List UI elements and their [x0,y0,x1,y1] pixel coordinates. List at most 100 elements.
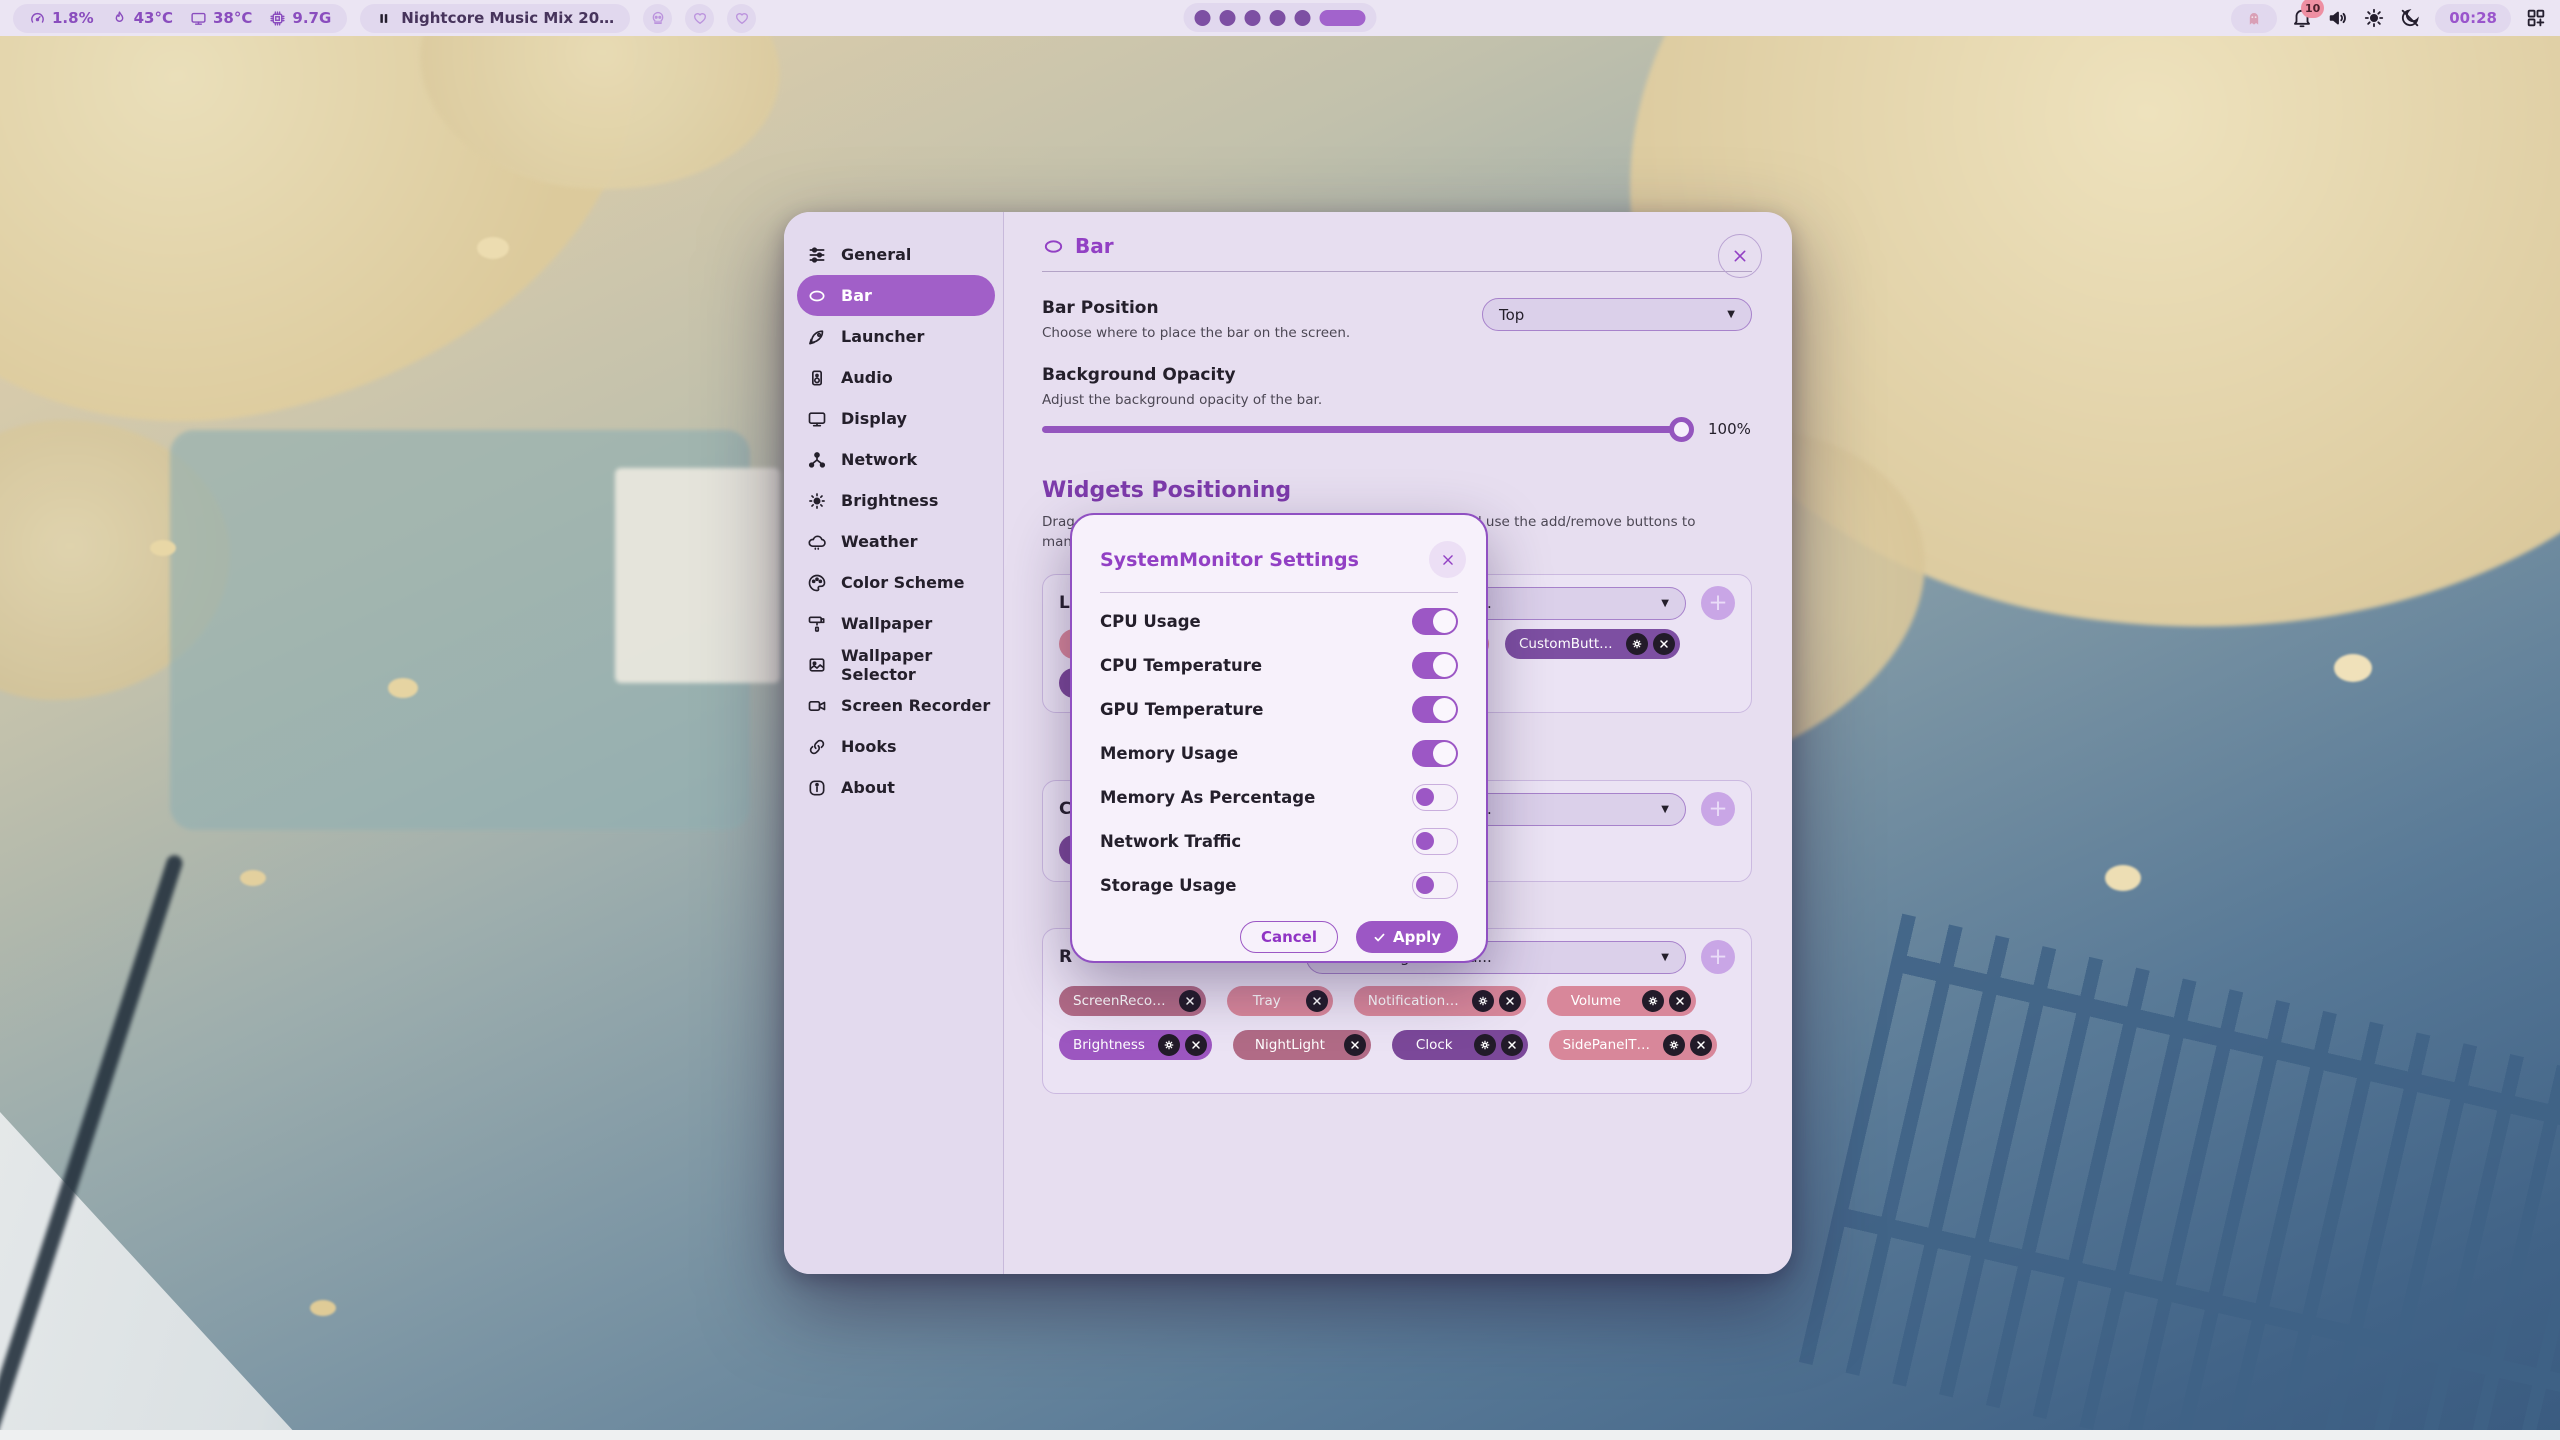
cpu-temperature-toggle[interactable] [1412,652,1458,679]
volume-icon[interactable] [2327,7,2349,29]
widget-chip-brightness[interactable]: Brightness [1059,1030,1212,1060]
chip-remove-button[interactable] [1179,990,1201,1012]
bar-position-dropdown[interactable]: Top ▼ [1482,298,1752,331]
gpu-temperature-toggle[interactable] [1412,696,1458,723]
sidebar-item-label: Audio [841,368,893,387]
sidebar-item-weather[interactable]: Weather [797,521,995,562]
heart-button-2[interactable] [727,4,756,33]
center-add-widget-button[interactable]: + [1701,792,1735,826]
chip-settings-button[interactable] [1626,633,1648,655]
opacity-value: 100% [1708,420,1751,438]
toggle-label: CPU Temperature [1100,656,1262,675]
sidebar-item-general[interactable]: General [797,234,995,275]
workspace-dot-5[interactable] [1295,10,1311,26]
brightness-icon[interactable] [2363,7,2385,29]
system-stats-pill[interactable]: 1.8% 43°C 38°C 9.7G [13,4,347,33]
system-tray[interactable] [2231,4,2277,33]
chip-settings-button[interactable] [1642,990,1664,1012]
sidebar-item-wallpaper[interactable]: Wallpaper [797,603,995,644]
cancel-button[interactable]: Cancel [1240,921,1338,953]
workspace-active-indicator[interactable] [1320,10,1366,26]
toggle-knob [1433,742,1456,765]
network-traffic-toggle[interactable] [1412,828,1458,855]
toggle-label: Memory As Percentage [1100,788,1315,807]
modal-close-button[interactable] [1429,541,1466,578]
sidebar-item-color-scheme[interactable]: Color Scheme [797,562,995,603]
clock[interactable]: 00:28 [2435,4,2511,33]
widget-chip-volume[interactable]: Volume [1547,986,1696,1016]
toggle-knob [1416,788,1434,806]
workspace-dot-4[interactable] [1270,10,1286,26]
memory-as-percentage-toggle[interactable] [1412,784,1458,811]
widget-chip-nightlight[interactable]: NightLight [1233,1030,1371,1060]
chip-remove-button[interactable] [1501,1034,1523,1056]
chip-label: Tray [1253,993,1281,1009]
window-close-button[interactable] [1718,234,1762,278]
sidebar-item-hooks[interactable]: Hooks [797,726,995,767]
workspace-dot-1[interactable] [1195,10,1211,26]
toggle-knob [1416,876,1434,894]
chip-remove-button[interactable] [1344,1034,1366,1056]
oval-icon [1042,235,1065,258]
heart-button-1[interactable] [685,4,714,33]
sidebar-item-about[interactable]: About [797,767,995,808]
chip-label: Notification… [1368,993,1459,1009]
sidebar-item-label: Launcher [841,327,924,346]
gear-icon [1631,638,1643,650]
sidebar-item-screen-recorder[interactable]: Screen Recorder [797,685,995,726]
bar-position-row: Bar Position Choose where to place the b… [1042,298,1752,341]
sidebar-item-launcher[interactable]: Launcher [797,316,995,357]
widget-chip-clock[interactable]: Clock [1392,1030,1528,1060]
gear-icon [1668,1039,1680,1051]
chip-remove-button[interactable] [1653,633,1675,655]
video-camera-icon [807,696,827,716]
chip-settings-button[interactable] [1472,990,1494,1012]
media-player-pill[interactable]: Nightcore Music Mix 20… [360,4,630,33]
chip-settings-button[interactable] [1158,1034,1180,1056]
toggle-label: Storage Usage [1100,876,1236,895]
gpu-temp-value: 38°C [213,9,252,27]
workspace-dot-2[interactable] [1220,10,1236,26]
skull-button[interactable] [643,4,672,33]
sidebar-item-network[interactable]: Network [797,439,995,480]
notifications-button[interactable]: 10 [2291,7,2313,29]
sidebar-item-wallpaper-selector[interactable]: Wallpaper Selector [797,644,995,685]
sidebar-item-audio[interactable]: Audio [797,357,995,398]
workspace-dot-3[interactable] [1245,10,1261,26]
monitor-icon [807,409,827,429]
widget-chip-notifications[interactable]: Notification… [1354,986,1526,1016]
opacity-slider-knob[interactable] [1669,417,1694,442]
systemmonitor-settings-modal: SystemMonitor Settings CPU Usage CPU Tem… [1070,513,1488,963]
toggle-row-network-traffic: Network Traffic [1100,819,1458,863]
chip-remove-button[interactable] [1306,990,1328,1012]
storage-usage-toggle[interactable] [1412,872,1458,899]
chip-remove-button[interactable] [1690,1034,1712,1056]
widget-chip-screenrecorder[interactable]: ScreenReco… [1059,986,1206,1016]
night-light-off-icon[interactable] [2399,7,2421,29]
gear-icon [1647,995,1659,1007]
sidebar-item-display[interactable]: Display [797,398,995,439]
widget-chip-sidepaneltoggle[interactable]: SidePanelT… [1549,1030,1717,1060]
left-add-widget-button[interactable]: + [1701,586,1735,620]
right-add-widget-button[interactable]: + [1701,940,1735,974]
apply-button[interactable]: Apply [1356,921,1458,953]
chip-remove-button[interactable] [1669,990,1691,1012]
opacity-slider[interactable] [1042,426,1690,433]
bottom-strip [0,1430,2560,1440]
cpu-temp-value: 43°C [134,9,173,27]
chevron-down-icon: ▼ [1727,309,1735,320]
memory-usage-toggle[interactable] [1412,740,1458,767]
widget-chip-tray[interactable]: Tray [1227,986,1333,1016]
sidebar-item-brightness[interactable]: Brightness [797,480,995,521]
chip-settings-button[interactable] [1663,1034,1685,1056]
chip-settings-button[interactable] [1474,1034,1496,1056]
sidebar-item-bar[interactable]: Bar [797,275,995,316]
cpu-temp-stat: 43°C [111,9,173,27]
cpu-usage-toggle[interactable] [1412,608,1458,635]
dashboard-icon[interactable] [2525,7,2547,29]
widget-chip-custombutton[interactable]: CustomButt… [1505,629,1680,659]
chip-remove-button[interactable] [1499,990,1521,1012]
toggle-knob [1433,610,1456,633]
sidebar-item-label: Hooks [841,737,897,756]
chip-remove-button[interactable] [1185,1034,1207,1056]
